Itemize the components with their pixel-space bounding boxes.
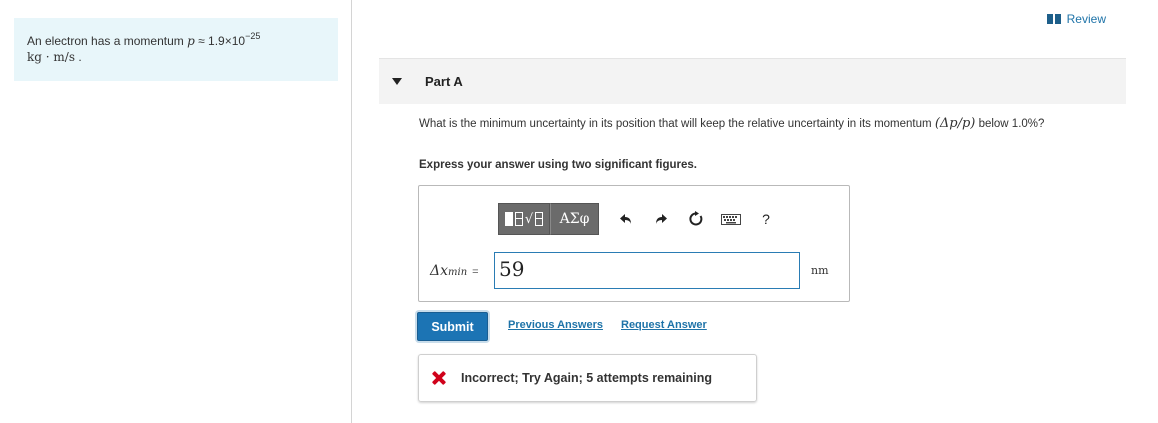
submit-button[interactable]: Submit: [417, 312, 488, 341]
problem-end: .: [74, 50, 82, 64]
book-icon: [1046, 14, 1061, 24]
variable-symbol: Δx: [430, 263, 449, 279]
feedback-message: Incorrect; Try Again; 5 attempts remaini…: [418, 354, 757, 402]
templates-button[interactable]: √: [498, 203, 550, 235]
template-box-icon: [504, 212, 513, 226]
problem-statement: An electron has a momentum p ≈ 1.9×10−25…: [14, 18, 338, 81]
question-text: What is the minimum uncertainty in its p…: [419, 116, 1109, 132]
fraction-icon: [514, 212, 523, 226]
math-toolbar: √ ΑΣφ ?: [498, 203, 778, 235]
x-icon: [432, 371, 446, 385]
request-answer-link[interactable]: Request Answer: [621, 319, 707, 331]
part-a-header[interactable]: Part A: [379, 58, 1126, 104]
help-button[interactable]: ?: [754, 203, 778, 235]
radical-icon: √: [524, 211, 534, 227]
undo-icon[interactable]: [614, 203, 638, 235]
answer-box: √ ΑΣφ ? Δxmin = 59 nm: [418, 185, 850, 302]
instruction-text: Express your answer using two significan…: [419, 159, 697, 171]
answer-input[interactable]: 59: [494, 252, 800, 289]
question-end: below 1.0%?: [975, 118, 1045, 130]
answer-unit: nm: [811, 264, 829, 277]
column-divider: [351, 0, 352, 423]
previous-answers-link[interactable]: Previous Answers: [508, 319, 603, 331]
part-title: Part A: [425, 74, 463, 89]
redo-icon[interactable]: [649, 203, 673, 235]
approx-sign: ≈: [194, 34, 209, 48]
review-label: Review: [1066, 12, 1106, 26]
feedback-text: Incorrect; Try Again; 5 attempts remaini…: [461, 371, 712, 385]
reset-icon[interactable]: [684, 203, 708, 235]
review-link[interactable]: Review: [1046, 12, 1106, 26]
caret-down-icon: [392, 78, 402, 85]
variable-label: Δxmin =: [430, 262, 479, 279]
symbols-button[interactable]: ΑΣφ: [550, 203, 599, 235]
momentum-units: kg · m/s: [27, 50, 75, 64]
toolbar-button-group: √ ΑΣφ: [498, 203, 599, 235]
momentum-exponent: −25: [245, 31, 261, 41]
keyboard-icon[interactable]: [719, 203, 743, 235]
momentum-value: 1.9×10: [208, 34, 246, 48]
problem-text: An electron has a momentum: [27, 34, 188, 48]
question-math: (Δp/p): [934, 116, 976, 131]
variable-subscript: min: [448, 267, 468, 278]
equals-sign: =: [472, 266, 479, 278]
momentum-symbol: p: [187, 34, 195, 48]
question-body: What is the minimum uncertainty in its p…: [419, 118, 935, 130]
fraction-box-icon: [535, 212, 544, 226]
